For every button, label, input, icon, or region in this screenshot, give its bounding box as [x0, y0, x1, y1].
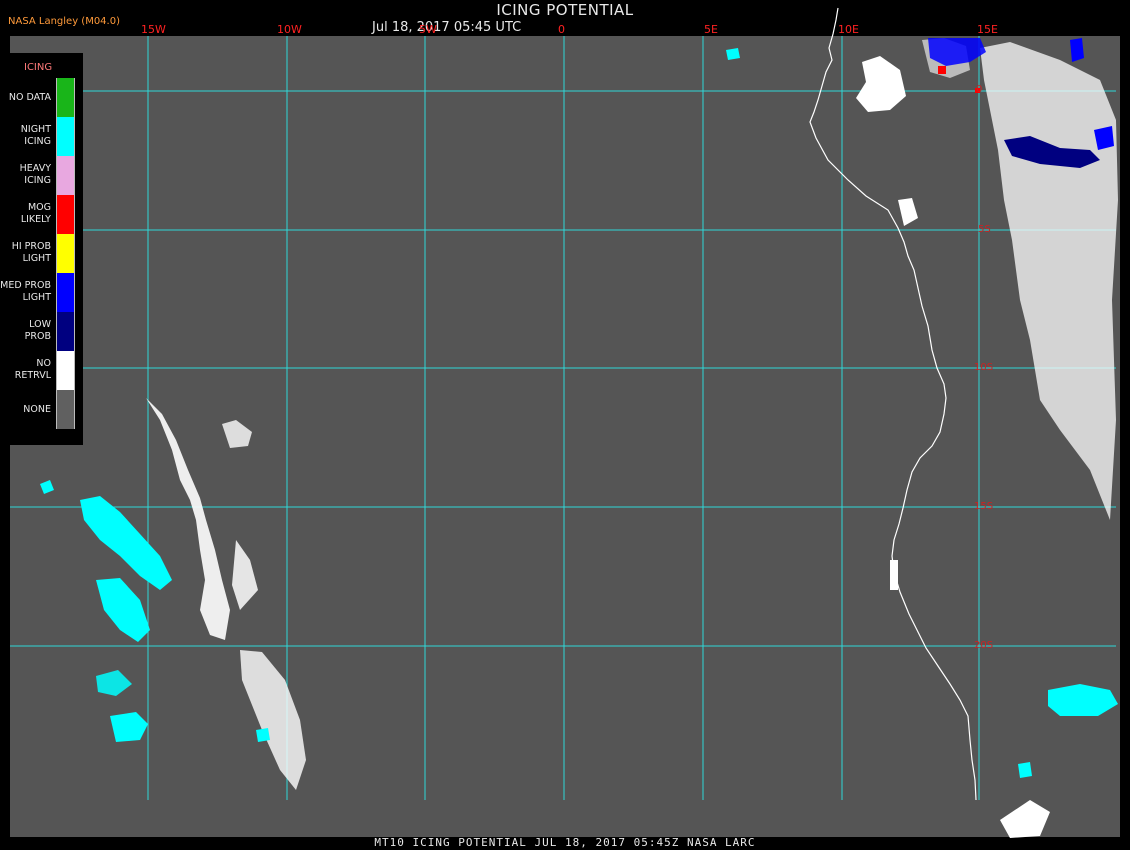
legend-swatch: [56, 273, 75, 312]
legend-swatch: [56, 156, 75, 195]
legend-swatch: [56, 312, 75, 351]
lon-label-10w: 10W: [277, 23, 302, 36]
lat-label-5s: 5S: [978, 224, 991, 235]
timestamp: Jul 18, 2017 05:45 UTC: [372, 20, 522, 35]
legend-swatch: [56, 195, 75, 234]
legend-label: MED PROB LIGHT: [0, 280, 51, 303]
map-background: [10, 36, 1120, 837]
legend-label: NIGHT ICING: [20, 124, 51, 147]
lon-label-15e: 15E: [977, 23, 998, 36]
legend-swatch: [56, 117, 75, 156]
icing-legend: ICING NO DATA NIGHT ICING HEAVY ICING MOG L…: [0, 53, 83, 445]
lat-label-15s: 15S: [974, 501, 994, 512]
credit-label: NASA Langley (M04.0): [8, 16, 120, 27]
legend-swatch: [56, 351, 75, 390]
icing-map: [10, 7, 1120, 838]
legend-title: ICING: [24, 62, 53, 73]
legend-swatch: [56, 234, 75, 273]
lon-label-5e: 5E: [704, 23, 718, 36]
lat-label-0: 0: [976, 84, 983, 95]
legend-label: NONE: [23, 404, 51, 415]
legend-label: MOG LIKELY: [20, 202, 51, 225]
legend-label: NO DATA: [8, 92, 51, 103]
legend-label: HEAVY ICING: [19, 163, 51, 186]
legend-label: HI PROB LIGHT: [11, 241, 51, 264]
lon-label-0: 0: [558, 23, 565, 36]
lon-label-15w: 15W: [141, 23, 166, 36]
lon-label-10e: 10E: [838, 23, 859, 36]
lon-label-5w: 5W: [419, 23, 437, 36]
legend-label: LOW PROB: [24, 319, 51, 342]
legend-swatch: [56, 78, 75, 117]
page-title: ICING POTENTIAL: [496, 1, 634, 19]
legend-swatch: [56, 390, 75, 429]
lat-label-20s: 20S: [974, 640, 994, 651]
footer-caption: MT10 ICING POTENTIAL JUL 18, 2017 05:45Z…: [374, 836, 756, 849]
legend-label: NO RETRVL: [14, 358, 51, 381]
lat-label-10s: 10S: [974, 362, 994, 373]
